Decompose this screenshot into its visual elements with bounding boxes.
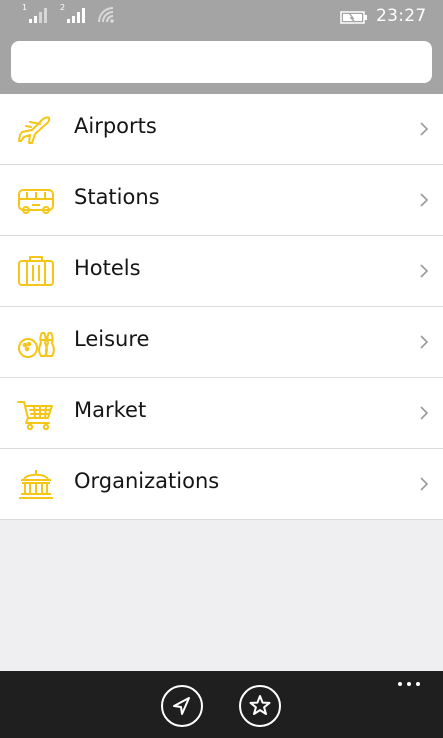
search-input[interactable]	[11, 41, 432, 83]
signal-strength-sim1-icon: 1	[22, 3, 52, 25]
suitcase-icon	[16, 252, 56, 290]
shopping-cart-icon	[16, 394, 56, 432]
category-label: Hotels	[74, 256, 141, 280]
sim1-number: 1	[22, 3, 28, 12]
category-item-leisure[interactable]: Leisure	[0, 307, 443, 378]
favorites-button[interactable]	[239, 685, 281, 727]
chevron-right-icon	[419, 405, 429, 421]
signal-strength-sim2-icon: 2	[60, 3, 90, 25]
app-bar	[0, 671, 443, 738]
category-item-organizations[interactable]: Organizations	[0, 449, 443, 520]
navigation-arrow-button[interactable]	[161, 685, 203, 727]
category-list: Airports Stations Hotels Leisure Market …	[0, 94, 443, 520]
category-label: Market	[74, 398, 147, 422]
category-label: Stations	[74, 185, 160, 209]
star-icon	[249, 695, 271, 715]
battery-charging-icon	[340, 9, 368, 24]
government-building-icon	[16, 465, 56, 503]
wifi-icon	[96, 5, 126, 25]
category-item-market[interactable]: Market	[0, 378, 443, 449]
status-bar: 1 2 23:27	[0, 0, 443, 34]
status-clock: 23:27	[376, 6, 427, 26]
chevron-right-icon	[419, 476, 429, 492]
bowling-icon	[16, 323, 56, 361]
app-screen: 1 2 23:27 Airports Stations Hotels Leisu…	[0, 0, 443, 738]
bus-icon	[16, 181, 56, 219]
category-item-hotels[interactable]: Hotels	[0, 236, 443, 307]
airplane-icon	[16, 110, 56, 148]
category-item-airports[interactable]: Airports	[0, 94, 443, 165]
chevron-right-icon	[419, 263, 429, 279]
category-label: Airports	[74, 114, 157, 138]
category-label: Organizations	[74, 469, 220, 493]
category-label: Leisure	[74, 327, 150, 351]
category-item-stations[interactable]: Stations	[0, 165, 443, 236]
navigation-arrow-icon	[173, 697, 190, 715]
chevron-right-icon	[419, 192, 429, 208]
header: 1 2 23:27	[0, 0, 443, 94]
chevron-right-icon	[419, 121, 429, 137]
ellipsis-icon[interactable]	[398, 679, 424, 689]
sim2-number: 2	[60, 3, 66, 12]
chevron-right-icon	[419, 334, 429, 350]
